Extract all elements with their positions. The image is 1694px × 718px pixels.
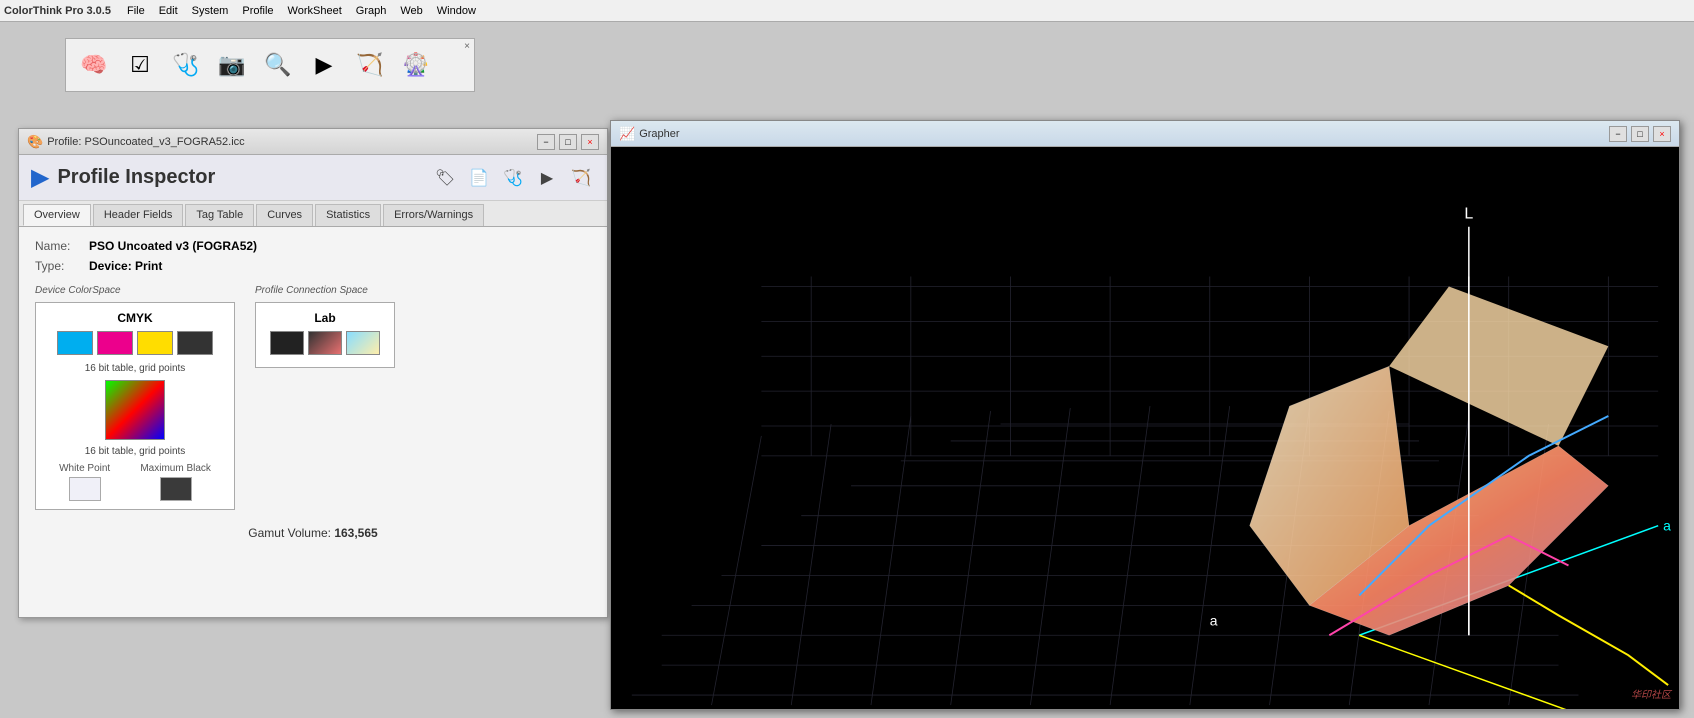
black-swatch [177, 331, 213, 355]
profile-window-controls: − □ × [537, 134, 599, 150]
max-black-item: Maximum Black [140, 463, 211, 501]
pi-overview-content: Name: PSO Uncoated v3 (FOGRA52) Type: De… [19, 227, 607, 552]
tool-wheel-icon[interactable]: 🎡 [396, 45, 436, 85]
pcs-panel: Lab [255, 302, 395, 368]
lab-swatch-dark [270, 331, 304, 355]
tab-overview[interactable]: Overview [23, 204, 91, 226]
grapher-minimize-btn[interactable]: − [1609, 126, 1627, 142]
profile-minimize-btn[interactable]: − [537, 134, 555, 150]
menu-profile[interactable]: Profile [236, 3, 279, 19]
tool-medical-icon[interactable]: 🩺 [166, 45, 206, 85]
tool-arrow-icon[interactable]: 🏹 [350, 45, 390, 85]
lab-swatches [264, 331, 386, 355]
type-label: Type: [35, 259, 85, 273]
pi-doc-icon[interactable]: 📄 [465, 164, 493, 192]
tab-errors-warnings[interactable]: Errors/Warnings [383, 204, 484, 226]
pcs-name: Lab [264, 311, 386, 325]
menu-edit[interactable]: Edit [153, 3, 184, 19]
watermark: 华印社区 [1631, 686, 1671, 701]
pi-title-area: ▶ Profile Inspector [31, 163, 215, 192]
name-value: PSO Uncoated v3 (FOGRA52) [89, 239, 257, 253]
menu-graph[interactable]: Graph [350, 3, 393, 19]
grapher-close-btn[interactable]: × [1653, 126, 1671, 142]
profile-window-titlebar: 🎨 Profile: PSOuncoated_v3_FOGRA52.icc − … [19, 129, 607, 155]
l-axis-label: L [1464, 206, 1473, 223]
grapher-content[interactable]: L a b a 华印社区 [611, 147, 1679, 709]
profile-close-btn[interactable]: × [581, 134, 599, 150]
tool-brain-icon[interactable]: 🧠 [74, 45, 114, 85]
gamut-volume-value: 163,565 [334, 526, 377, 540]
name-field-row: Name: PSO Uncoated v3 (FOGRA52) [35, 239, 591, 253]
gamut-volume-row: Gamut Volume: 163,565 [35, 526, 591, 540]
pi-title-text: Profile Inspector [57, 166, 215, 189]
pi-arrow-icon[interactable]: 🏹 [567, 164, 595, 192]
menu-worksheet[interactable]: WorkSheet [282, 3, 348, 19]
tab-header-fields[interactable]: Header Fields [93, 204, 183, 226]
menu-file[interactable]: File [121, 3, 151, 19]
yellow-swatch [137, 331, 173, 355]
device-cs-panel: CMYK 16 bit table, grid points 16 bit ta… [35, 302, 235, 510]
pi-toolbar-icons: 🏷 📄 🩺 ▶ 🏹 [431, 164, 595, 192]
menu-system[interactable]: System [186, 3, 235, 19]
tab-tag-table[interactable]: Tag Table [185, 204, 254, 226]
type-field-row: Type: Device: Print [35, 259, 591, 273]
tab-statistics[interactable]: Statistics [315, 204, 381, 226]
tool-triangle-icon[interactable]: ▶ [304, 45, 344, 85]
white-point-label: White Point [59, 463, 110, 474]
grapher-window: 📈 Grapher − □ × [610, 120, 1680, 710]
grapher-maximize-btn[interactable]: □ [1631, 126, 1649, 142]
menu-window[interactable]: Window [431, 3, 482, 19]
lab-swatch-pink [308, 331, 342, 355]
white-point-swatch [69, 477, 101, 501]
cyan-swatch [57, 331, 93, 355]
device-cs-info1: 16 bit table, grid points [44, 363, 226, 374]
a-neg-label: a [1210, 612, 1218, 628]
app-title: ColorThink Pro 3.0.5 [4, 5, 111, 17]
profile-maximize-btn[interactable]: □ [559, 134, 577, 150]
max-black-swatch [160, 477, 192, 501]
pcs-title: Profile Connection Space [255, 285, 395, 296]
grapher-title-text: 📈 Grapher [619, 126, 680, 142]
gamut-cube [105, 380, 165, 440]
type-value: Device: Print [89, 259, 162, 273]
pi-medical-icon[interactable]: 🩺 [499, 164, 527, 192]
gamut-volume-label: Gamut Volume: [248, 526, 331, 540]
device-cs-name: CMYK [44, 311, 226, 325]
cmyk-swatches [44, 331, 226, 355]
profile-inspector-header: ▶ Profile Inspector 🏷 📄 🩺 ▶ 🏹 [19, 155, 607, 201]
profile-inspector-window: 🎨 Profile: PSOuncoated_v3_FOGRA52.icc − … [18, 128, 608, 618]
pi-play-icon: ▶ [31, 163, 49, 192]
tab-curves[interactable]: Curves [256, 204, 313, 226]
lab-swatch-light [346, 331, 380, 355]
grapher-titlebar: 📈 Grapher − □ × [611, 121, 1679, 147]
a-axis-label: a [1663, 518, 1671, 534]
grapher-svg: L a b a [611, 147, 1679, 709]
profile-tabs: Overview Header Fields Tag Table Curves … [19, 201, 607, 227]
magenta-swatch [97, 331, 133, 355]
profile-window-title: 🎨 Profile: PSOuncoated_v3_FOGRA52.icc [27, 134, 245, 150]
menu-web[interactable]: Web [394, 3, 428, 19]
pi-play-icon2[interactable]: ▶ [533, 164, 561, 192]
tool-search-icon[interactable]: 🔍 [258, 45, 298, 85]
max-black-label: Maximum Black [140, 463, 211, 474]
point-swatches-row: White Point Maximum Black [44, 463, 226, 501]
name-label: Name: [35, 239, 85, 253]
profile-connection-space-section: Profile Connection Space Lab [255, 285, 395, 510]
colorspace-panels: Device ColorSpace CMYK 16 bit table, gri… [35, 285, 591, 510]
pi-tag-icon[interactable]: 🏷 [431, 164, 459, 192]
tool-camera-icon[interactable]: 📷 [212, 45, 252, 85]
grapher-window-controls: − □ × [1609, 126, 1671, 142]
floating-toolbar: × 🧠 ☑ 🩺 📷 🔍 ▶ 🏹 🎡 [65, 38, 475, 92]
menubar: ColorThink Pro 3.0.5 File Edit System Pr… [0, 0, 1694, 22]
device-cs-title: Device ColorSpace [35, 285, 235, 296]
toolbar-close-btn[interactable]: × [464, 41, 470, 52]
device-cs-info2: 16 bit table, grid points [44, 446, 226, 457]
device-colorspace-section: Device ColorSpace CMYK 16 bit table, gri… [35, 285, 235, 510]
white-point-item: White Point [59, 463, 110, 501]
tool-checkbox-icon[interactable]: ☑ [120, 45, 160, 85]
